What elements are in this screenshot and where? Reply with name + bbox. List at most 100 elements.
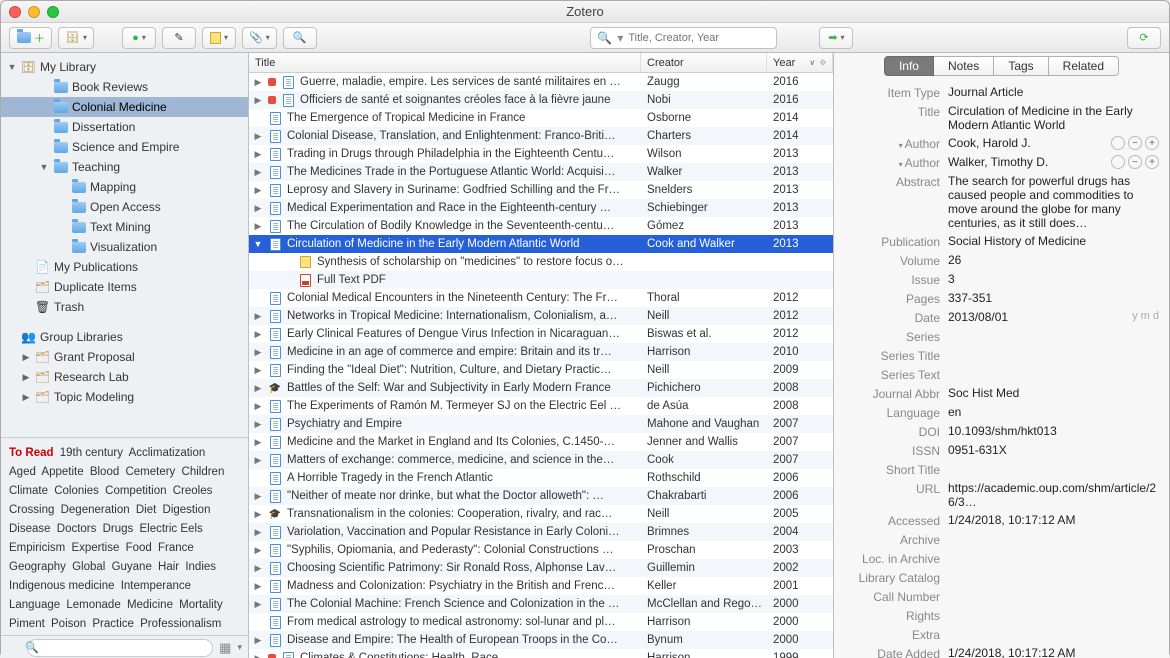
tab-info[interactable]: Info — [884, 56, 934, 76]
field-date[interactable]: 2013/08/01 — [948, 310, 1008, 324]
item-row[interactable]: ▶Medicine and the Market in England and … — [249, 433, 833, 451]
item-row[interactable]: ▶"Syphilis, Opiomania, and Pederasty": C… — [249, 541, 833, 559]
tag[interactable]: Lemonade — [66, 599, 120, 611]
tag[interactable]: Digestion — [163, 504, 211, 516]
items-column-header[interactable]: Title Creator Year∨ ⟐ — [249, 53, 833, 73]
sidebar-item[interactable]: 🗂Duplicate Items — [1, 277, 248, 297]
tag[interactable]: Professionalism — [140, 618, 221, 630]
sidebar-item[interactable]: Mapping — [1, 177, 248, 197]
tag[interactable]: Intemperance — [121, 580, 191, 592]
tag[interactable]: Creoles — [173, 485, 213, 497]
chevron-down-icon[interactable]: ▾ — [899, 141, 903, 150]
tag[interactable]: Crossing — [9, 504, 54, 516]
new-library-button[interactable]: 🗄▾ — [58, 27, 94, 49]
item-row[interactable]: ▶The Medicines Trade in the Portuguese A… — [249, 163, 833, 181]
author-name[interactable]: Walker, Timothy D. — [948, 155, 1048, 169]
field-title[interactable]: Circulation of Medicine in the Early Mod… — [948, 104, 1159, 132]
item-row[interactable]: Full Text PDF — [249, 271, 833, 289]
close-window-button[interactable] — [9, 6, 21, 18]
sidebar-item[interactable]: Dissertation — [1, 117, 248, 137]
item-row[interactable]: From medical astrology to medical astron… — [249, 613, 833, 631]
minimize-window-button[interactable] — [28, 6, 40, 18]
tag[interactable]: Poison — [51, 618, 86, 630]
field-language[interactable]: en — [948, 405, 1159, 419]
item-row[interactable]: Synthesis of scholarship on "medicines" … — [249, 253, 833, 271]
sidebar-item[interactable]: 📄My Publications — [1, 257, 248, 277]
tag[interactable]: Drugs — [103, 523, 134, 535]
field-issn[interactable]: 0951-631X — [948, 443, 1159, 457]
remove-author-button[interactable]: − — [1128, 155, 1142, 169]
item-row[interactable]: ▶The Circulation of Bodily Knowledge in … — [249, 217, 833, 235]
new-collection-button[interactable]: ＋ — [9, 27, 52, 49]
tag[interactable]: Expertise — [71, 542, 119, 554]
sidebar-item[interactable]: Text Mining — [1, 217, 248, 237]
tag[interactable]: To Read — [9, 447, 54, 459]
sidebar-item[interactable]: Book Reviews — [1, 77, 248, 97]
item-row[interactable]: ▶Leprosy and Slavery in Suriname: Godfri… — [249, 181, 833, 199]
item-row[interactable]: ▶Choosing Scientific Patrimony: Sir Rona… — [249, 559, 833, 577]
tag[interactable]: Food — [126, 542, 152, 554]
zoom-window-button[interactable] — [47, 6, 59, 18]
item-row[interactable]: ▶Medical Experimentation and Race in the… — [249, 199, 833, 217]
tag[interactable]: Aged — [9, 466, 36, 478]
items-list[interactable]: ▶Guerre, maladie, empire. Les services d… — [249, 73, 833, 658]
remove-author-button[interactable]: − — [1128, 136, 1142, 150]
column-year[interactable]: Year∨ ⟐ — [767, 53, 833, 72]
add-by-identifier-button[interactable]: ✎ — [162, 27, 196, 49]
field-volume[interactable]: 26 — [948, 253, 1159, 267]
tag-view-toggle[interactable]: ▦ — [219, 640, 231, 656]
item-row[interactable]: ▼Circulation of Medicine in the Early Mo… — [249, 235, 833, 253]
item-row[interactable]: ▶The Colonial Machine: French Science an… — [249, 595, 833, 613]
tag[interactable]: Indies — [185, 561, 216, 573]
field-journal-abbr[interactable]: Soc Hist Med — [948, 386, 1159, 400]
tag-filter-input[interactable] — [27, 639, 213, 657]
item-row[interactable]: ▶🎓Transnationalism in the colonies: Coop… — [249, 505, 833, 523]
tag[interactable]: Indigenous medicine — [9, 580, 115, 592]
sidebar-item[interactable]: Visualization — [1, 237, 248, 257]
swap-name-button[interactable] — [1111, 155, 1125, 169]
item-row[interactable]: ▶Climates & Constitutions: Health, Race,… — [249, 649, 833, 658]
tag[interactable]: 19th century — [60, 447, 123, 459]
item-row[interactable]: ▶Psychiatry and EmpireMahone and Vaughan… — [249, 415, 833, 433]
item-row[interactable]: ▶Disease and Empire: The Health of Europ… — [249, 631, 833, 649]
item-row[interactable]: ▶"Neither of meate nor drinke, but what … — [249, 487, 833, 505]
tag[interactable]: Global — [72, 561, 105, 573]
item-row[interactable]: ▶Medicine in an age of commerce and empi… — [249, 343, 833, 361]
tag[interactable]: Degeneration — [61, 504, 130, 516]
add-attachment-button[interactable]: 📎▾ — [242, 27, 277, 49]
tab-tags[interactable]: Tags — [994, 56, 1048, 76]
field-accessed[interactable]: 1/24/2018, 10:17:12 AM — [948, 513, 1159, 527]
item-row[interactable]: ▶Networks in Tropical Medicine: Internat… — [249, 307, 833, 325]
locate-button[interactable]: ➡▾ — [819, 27, 853, 49]
field-publication[interactable]: Social History of Medicine — [948, 234, 1159, 248]
tag[interactable]: Cemetery — [125, 466, 175, 478]
tag[interactable]: Acclimatization — [129, 447, 206, 459]
quick-search-input[interactable] — [628, 32, 770, 44]
sidebar-item[interactable]: Science and Empire — [1, 137, 248, 157]
tag[interactable]: Practice — [92, 618, 134, 630]
tag[interactable]: Disease — [9, 523, 51, 535]
tag[interactable]: France — [158, 542, 194, 554]
tab-notes[interactable]: Notes — [934, 56, 994, 76]
tag-selector[interactable]: To Read 19th century Acclimatization Age… — [1, 437, 248, 635]
collections-tree[interactable]: ▼🗄My Library Book ReviewsColonial Medici… — [1, 53, 248, 437]
field-item-type[interactable]: Journal Article — [948, 85, 1159, 99]
sidebar-item[interactable]: Colonial Medicine — [1, 97, 248, 117]
tag[interactable]: Guyane — [112, 561, 152, 573]
new-note-button[interactable]: ▾ — [202, 27, 236, 49]
swap-name-button[interactable] — [1111, 136, 1125, 150]
item-row[interactable]: ▶Variolation, Vaccination and Popular Re… — [249, 523, 833, 541]
group-item[interactable]: ▶🗂Research Lab — [1, 367, 248, 387]
add-author-button[interactable]: + — [1145, 136, 1159, 150]
tag[interactable]: Medicine — [127, 599, 173, 611]
tag[interactable]: Geography — [9, 561, 66, 573]
item-row[interactable]: ▶Matters of exchange: commerce, medicine… — [249, 451, 833, 469]
tag[interactable]: Hair — [158, 561, 179, 573]
field-abstract[interactable]: The search for powerful drugs has caused… — [948, 174, 1159, 230]
item-row[interactable]: ▶Madness and Colonization: Psychiatry in… — [249, 577, 833, 595]
item-row[interactable]: ▶Colonial Disease, Translation, and Enli… — [249, 127, 833, 145]
tab-related[interactable]: Related — [1049, 56, 1119, 76]
sync-button[interactable]: ⟳ — [1127, 27, 1161, 49]
field-pages[interactable]: 337-351 — [948, 291, 1159, 305]
tag[interactable]: Mortality — [179, 599, 222, 611]
